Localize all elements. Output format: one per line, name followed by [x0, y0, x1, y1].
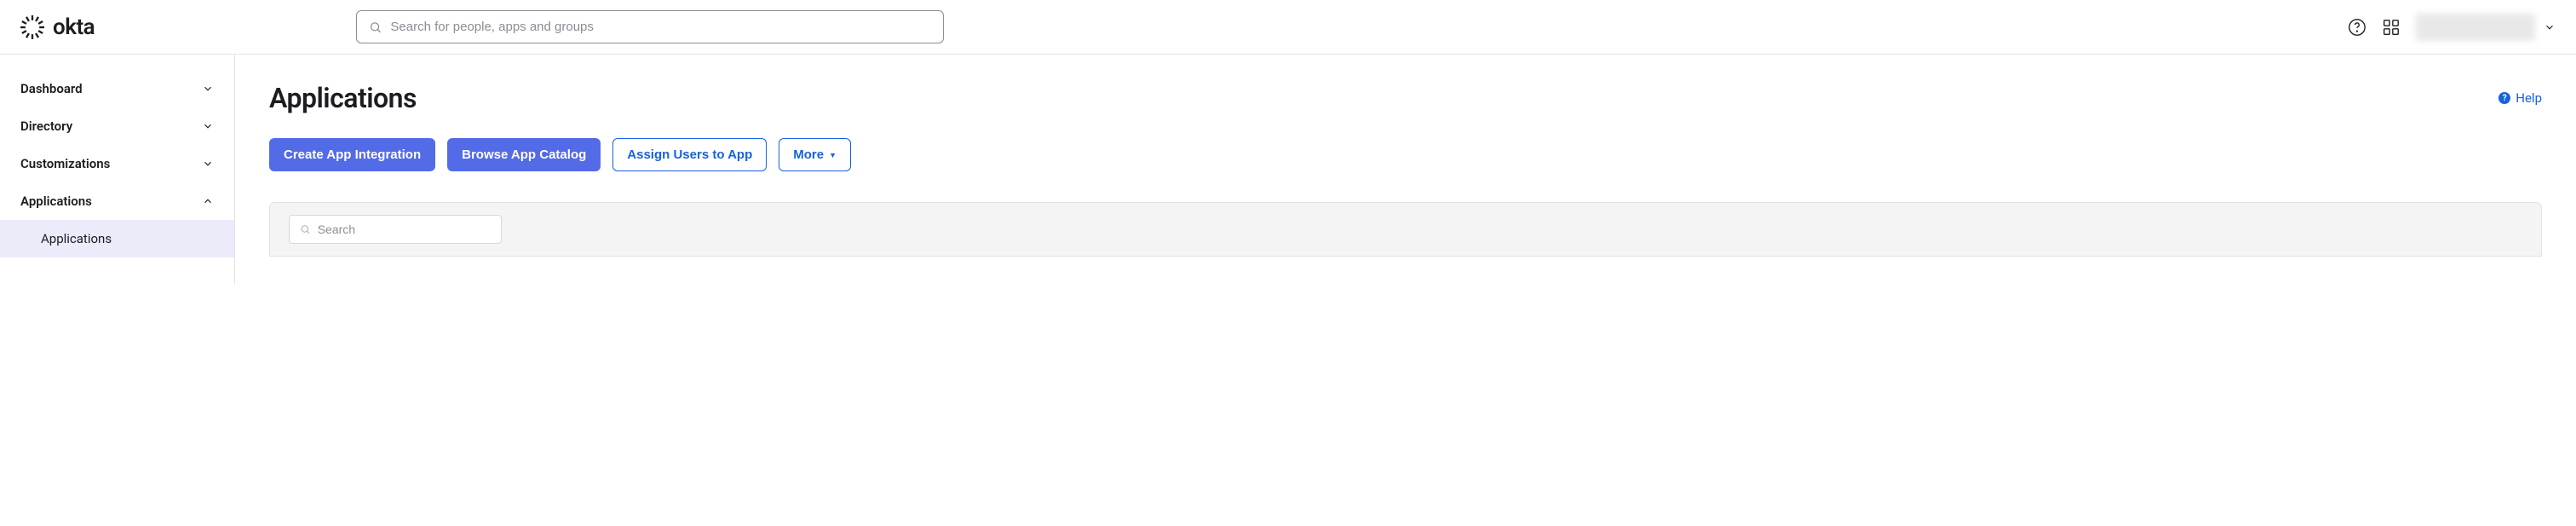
search-icon: [300, 223, 311, 235]
dropdown-caret-icon: ▼: [829, 151, 837, 159]
sidebar-item-directory[interactable]: Directory: [0, 107, 234, 145]
main-content: Applications ? Help Create App Integrati…: [235, 55, 2576, 284]
sidebar-nav: Dashboard Directory Customizations Appli…: [0, 55, 235, 284]
sidebar-item-label: Customizations: [20, 156, 110, 171]
sidebar-item-applications[interactable]: Applications: [0, 182, 234, 220]
header-right: [2348, 14, 2556, 41]
search-icon: [369, 20, 382, 34]
help-link-label: Help: [2516, 90, 2542, 106]
logo-text: okta: [53, 14, 95, 40]
help-icon[interactable]: [2348, 18, 2366, 37]
sidebar-subitem-label: Applications: [41, 231, 112, 246]
page-header: Applications ? Help: [269, 82, 2542, 114]
okta-burst-icon: [20, 15, 44, 39]
create-app-integration-button[interactable]: Create App Integration: [269, 138, 435, 171]
sidebar-item-label: Dashboard: [20, 81, 83, 96]
more-button-label: More: [793, 147, 824, 162]
applications-search-box[interactable]: [289, 215, 502, 244]
user-identity-redacted: [2416, 14, 2535, 41]
applications-search-input[interactable]: [318, 223, 491, 236]
more-button[interactable]: More ▼: [779, 138, 851, 171]
help-link[interactable]: ? Help: [2498, 90, 2542, 106]
browse-app-catalog-button[interactable]: Browse App Catalog: [447, 138, 601, 171]
top-header: okta: [0, 0, 2576, 55]
sidebar-item-label: Directory: [20, 118, 72, 134]
user-menu[interactable]: [2416, 14, 2556, 41]
global-search-container: [356, 10, 944, 43]
sidebar-item-label: Applications: [20, 194, 92, 209]
action-button-row: Create App Integration Browse App Catalo…: [269, 138, 2542, 171]
global-search-box[interactable]: [356, 10, 944, 43]
applications-panel: [269, 202, 2542, 257]
chevron-up-icon: [202, 195, 214, 207]
chevron-down-icon: [2544, 21, 2556, 33]
app-grid-icon[interactable]: [2382, 18, 2401, 37]
brand-logo[interactable]: okta: [20, 14, 123, 40]
chevron-down-icon: [202, 120, 214, 132]
chevron-down-icon: [202, 83, 214, 95]
page-title: Applications: [269, 82, 417, 114]
chevron-down-icon: [202, 158, 214, 170]
assign-users-button[interactable]: Assign Users to App: [612, 138, 767, 171]
sidebar-item-dashboard[interactable]: Dashboard: [0, 70, 234, 107]
global-search-input[interactable]: [390, 20, 931, 34]
sidebar-item-customizations[interactable]: Customizations: [0, 145, 234, 182]
sidebar-subitem-applications[interactable]: Applications: [0, 220, 234, 257]
help-badge-icon: ?: [2498, 92, 2510, 104]
